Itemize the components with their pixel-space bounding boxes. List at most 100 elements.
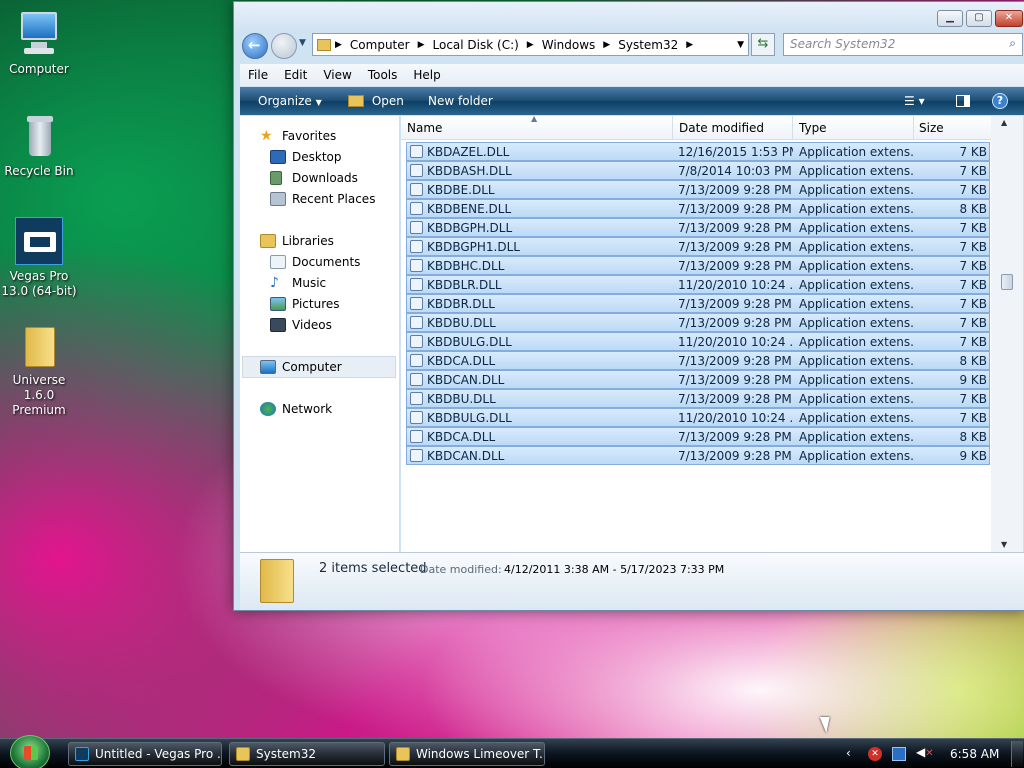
desktop-icon-vegas-pro[interactable]: Vegas Pro 13.0 (64-bit) xyxy=(1,217,77,299)
column-separator[interactable] xyxy=(913,116,914,140)
table-row[interactable]: KBDBULG.DLL 11/20/2010 10:24 ... Applicati… xyxy=(406,332,990,351)
selection-thumbnail-icon xyxy=(260,559,294,603)
file-name: KBDBGPH.DLL xyxy=(427,221,513,235)
preview-pane-icon[interactable] xyxy=(956,95,970,107)
recent-pages-dropdown-icon[interactable]: ▼ xyxy=(299,38,306,48)
dll-file-icon xyxy=(410,202,423,215)
menu-file[interactable]: File xyxy=(240,68,276,82)
desktop-icon-universe[interactable]: Universe 1.6.0 Premium xyxy=(1,321,77,418)
dll-file-icon xyxy=(410,240,423,253)
table-row[interactable]: KBDBENE.DLL 7/13/2009 9:28 PM Application … xyxy=(406,199,990,218)
start-button[interactable] xyxy=(10,735,50,768)
table-row[interactable]: KBDBU.DLL 7/13/2009 9:28 PM Application ex… xyxy=(406,389,990,408)
breadcrumb-separator-icon: ▶ xyxy=(417,39,425,50)
refresh-button[interactable]: ⇆ xyxy=(751,33,775,56)
help-icon[interactable]: ? xyxy=(992,93,1008,109)
desktop-icon-label: Recycle Bin xyxy=(4,164,74,178)
column-name[interactable]: Name xyxy=(407,121,442,135)
dll-file-icon xyxy=(410,297,423,310)
desktop-icon-label: Vegas Pro 13.0 (64-bit) xyxy=(1,269,77,298)
dll-file-icon xyxy=(410,392,423,405)
new-folder-button[interactable]: New folder xyxy=(428,94,493,108)
minimize-button[interactable]: ▁ xyxy=(937,10,963,27)
file-date: 7/13/2009 9:28 PM xyxy=(678,221,792,235)
nav-downloads[interactable]: Downloads xyxy=(270,171,358,185)
menu-bar: File Edit View Tools Help xyxy=(240,64,1024,86)
show-desktop-button[interactable] xyxy=(1011,741,1023,767)
file-type: Application extens... xyxy=(799,449,914,463)
table-row[interactable]: KBDBGPH.DLL 7/13/2009 9:28 PM Application … xyxy=(406,218,990,237)
vegas-pro-icon xyxy=(15,217,63,265)
close-button[interactable]: ✕ xyxy=(995,10,1023,27)
title-bar[interactable] xyxy=(234,2,1024,34)
nav-documents[interactable]: Documents xyxy=(270,255,360,269)
address-dropdown-icon[interactable]: ▼ xyxy=(733,40,748,50)
back-button[interactable]: ← xyxy=(242,33,268,59)
desktop-icon-computer[interactable]: Computer xyxy=(1,10,77,77)
column-date-modified[interactable]: Date modified xyxy=(679,121,764,135)
scroll-up-icon[interactable]: ▲ xyxy=(1001,118,1007,127)
table-row[interactable]: KBDBHC.DLL 7/13/2009 9:28 PM Application e… xyxy=(406,256,990,275)
taskbar-item-windows-limeover[interactable]: Windows Limeover T... xyxy=(389,742,545,766)
show-hidden-icons-icon[interactable]: ‹ xyxy=(846,746,851,760)
maximize-button[interactable]: ▢ xyxy=(966,10,992,27)
table-row[interactable]: KBDBE.DLL 7/13/2009 9:28 PM Application ex… xyxy=(406,180,990,199)
scroll-thumb[interactable] xyxy=(1001,274,1013,290)
file-size: 8 KB xyxy=(959,354,987,368)
table-row[interactable]: KBDBR.DLL 7/13/2009 9:28 PM Application ex… xyxy=(406,294,990,313)
desktop-icon xyxy=(270,150,286,164)
breadcrumb-computer[interactable]: Computer xyxy=(346,38,414,52)
nav-videos[interactable]: Videos xyxy=(270,318,332,332)
nav-network[interactable]: Network xyxy=(260,402,332,416)
table-row[interactable]: KBDAZEL.DLL 12/16/2015 1:53 PM Application… xyxy=(406,142,990,161)
vertical-scrollbar[interactable]: ▲ ▼ xyxy=(991,116,1023,552)
open-folder-icon xyxy=(348,95,364,107)
file-size: 7 KB xyxy=(959,278,987,292)
clock[interactable]: 6:58 AM xyxy=(950,747,999,761)
address-bar[interactable]: ▶ Computer ▶ Local Disk (C:) ▶ Windows ▶… xyxy=(312,33,749,56)
taskbar-item-system32[interactable]: System32 xyxy=(229,742,385,766)
column-separator[interactable] xyxy=(672,116,673,140)
search-input[interactable]: Search System32 ⌕ xyxy=(783,33,1023,56)
table-row[interactable]: KBDCAN.DLL 7/13/2009 9:28 PM Application e… xyxy=(406,446,990,465)
nav-pictures[interactable]: Pictures xyxy=(270,297,340,311)
nav-music[interactable]: ♪ Music xyxy=(270,276,326,290)
network-tray-icon[interactable] xyxy=(892,747,906,761)
menu-tools[interactable]: Tools xyxy=(360,68,406,82)
desktop-icon-recycle-bin[interactable]: Recycle Bin xyxy=(1,112,77,179)
table-row[interactable]: KBDBULG.DLL 11/20/2010 10:24 ... Applicati… xyxy=(406,408,990,427)
column-separator[interactable] xyxy=(792,116,793,140)
table-row[interactable]: KBDBU.DLL 7/13/2009 9:28 PM Application ex… xyxy=(406,313,990,332)
volume-muted-icon[interactable]: ◀✕ xyxy=(916,745,934,759)
organize-button[interactable]: Organize ▼ xyxy=(258,94,322,108)
table-row[interactable]: KBDCA.DLL 7/13/2009 9:28 PM Application ex… xyxy=(406,427,990,446)
table-row[interactable]: KBDBASH.DLL 7/8/2014 10:03 PM Application … xyxy=(406,161,990,180)
forward-button[interactable] xyxy=(271,33,297,59)
table-row[interactable]: KBDBGPH1.DLL 7/13/2009 9:28 PM Application… xyxy=(406,237,990,256)
nav-favorites[interactable]: ★ Favorites xyxy=(260,129,336,143)
taskbar-item-vegas-pro[interactable]: Untitled - Vegas Pro ... xyxy=(68,742,222,766)
nav-libraries[interactable]: Libraries xyxy=(260,234,334,248)
table-row[interactable]: KBDCAN.DLL 7/13/2009 9:28 PM Application e… xyxy=(406,370,990,389)
open-button[interactable]: Open xyxy=(348,94,404,108)
column-type[interactable]: Type xyxy=(799,121,827,135)
file-date: 7/13/2009 9:28 PM xyxy=(678,430,792,444)
table-row[interactable]: KBDCA.DLL 7/13/2009 9:28 PM Application ex… xyxy=(406,351,990,370)
breadcrumb-local-disk[interactable]: Local Disk (C:) xyxy=(429,38,523,52)
action-center-error-icon[interactable]: ✕ xyxy=(868,747,882,761)
breadcrumb-separator-icon: ▶ xyxy=(335,39,342,50)
column-size[interactable]: Size xyxy=(919,121,944,135)
scroll-down-icon[interactable]: ▼ xyxy=(1001,540,1007,549)
file-list: Name ▲ Date modified Type Size KBDAZEL.D… xyxy=(401,116,991,552)
table-row[interactable]: KBDBLR.DLL 11/20/2010 10:24 ... Applicatio… xyxy=(406,275,990,294)
breadcrumb-system32[interactable]: System32 xyxy=(614,38,682,52)
menu-view[interactable]: View xyxy=(315,68,359,82)
view-options-icon[interactable]: ☰ ▾ xyxy=(904,94,925,108)
nav-computer[interactable]: Computer xyxy=(242,356,396,378)
windows-logo-icon xyxy=(24,746,38,760)
nav-desktop[interactable]: Desktop xyxy=(270,150,342,164)
breadcrumb-windows[interactable]: Windows xyxy=(538,38,600,52)
menu-edit[interactable]: Edit xyxy=(276,68,315,82)
menu-help[interactable]: Help xyxy=(405,68,448,82)
nav-recent-places[interactable]: Recent Places xyxy=(270,192,375,206)
